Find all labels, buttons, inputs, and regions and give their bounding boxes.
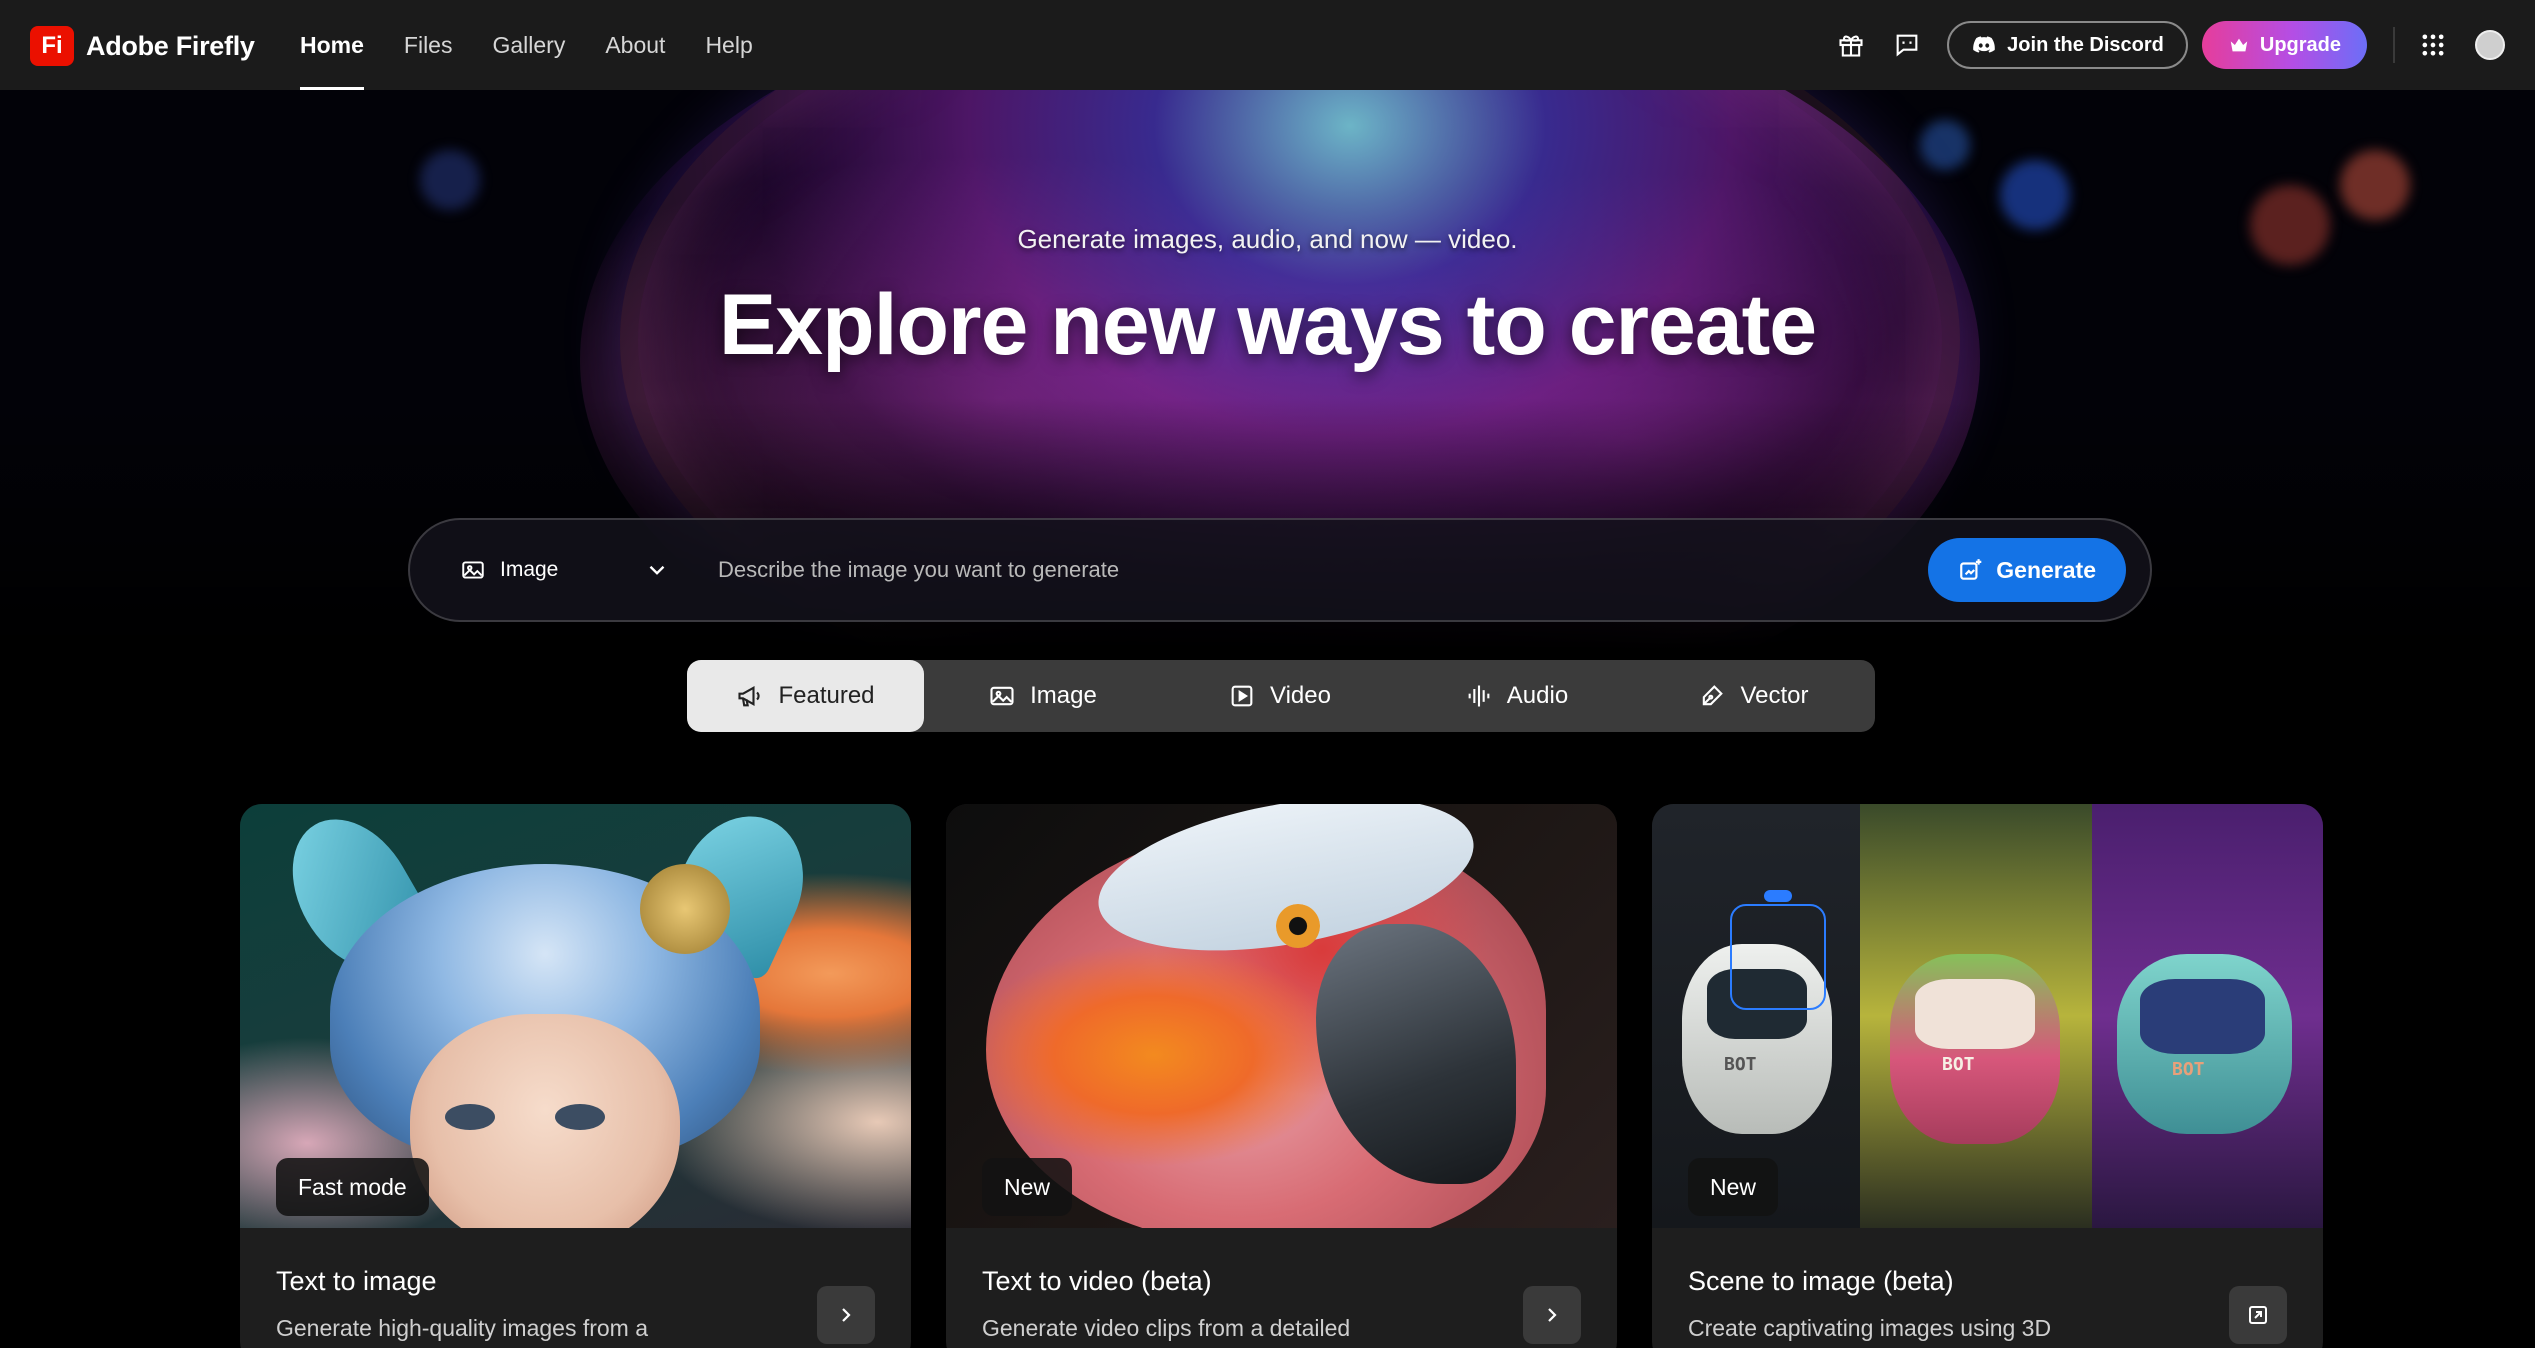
generate-button[interactable]: Generate	[1928, 538, 2126, 602]
gift-icon[interactable]	[1833, 27, 1869, 63]
card-badge: New	[982, 1158, 1073, 1216]
prompt-bar: Image Generate	[408, 518, 2152, 622]
card-art-shape	[1764, 890, 1792, 902]
tab-label: Audio	[1506, 682, 1569, 709]
robot-label: BOT	[1942, 1054, 1975, 1075]
category-tabs: Featured Image Video Audio Vector	[687, 660, 1875, 732]
generation-type-label: Image	[500, 558, 559, 581]
robot-label: BOT	[2172, 1059, 2205, 1080]
card-art-shape	[1276, 904, 1320, 948]
feedback-icon[interactable]	[1889, 27, 1925, 63]
chevron-right-icon	[1548, 1308, 1557, 1322]
user-avatar[interactable]	[2475, 30, 2505, 60]
card-description: Create captivating images using 3D shape…	[1688, 1315, 2052, 1348]
card-badge: New	[1688, 1158, 1779, 1216]
card-art-panel: BOT	[1860, 804, 2092, 1228]
card-title: Text to video (beta)	[982, 1266, 1212, 1296]
prompt-input[interactable]	[718, 557, 1929, 583]
audio-wave-icon	[1468, 685, 1490, 707]
tab-audio[interactable]: Audio	[1398, 660, 1635, 732]
nav-item-help[interactable]: Help	[705, 0, 752, 90]
card-description: Generate high-quality images from a deta…	[276, 1315, 649, 1348]
generate-label: Generate	[1996, 556, 2096, 583]
tab-image[interactable]: Image	[924, 660, 1161, 732]
tab-label: Vector	[1740, 682, 1809, 709]
card-art-panel: BOT	[2092, 804, 2323, 1228]
nav-item-gallery[interactable]: Gallery	[492, 0, 565, 90]
card-open-button[interactable]	[817, 1286, 875, 1344]
discord-icon	[1973, 36, 1995, 53]
join-discord-button[interactable]: Join the Discord	[1947, 21, 2188, 69]
card-open-button[interactable]	[1523, 1286, 1581, 1344]
app-name: Adobe Firefly	[86, 30, 255, 61]
firefly-logo-icon: Fi	[30, 26, 74, 66]
feature-card-scene-to-image[interactable]: BOT BOT BOT New Scene to image (beta) Cr…	[1652, 804, 2323, 1348]
feature-card-text-to-image[interactable]: Fast mode Text to image Generate high-qu…	[240, 804, 911, 1348]
adobe-firefly-logo[interactable]: Fi Adobe Firefly	[30, 26, 255, 66]
hero-subtitle: Generate images, audio, and now — video.	[1017, 224, 1518, 254]
open-external-icon	[2249, 1306, 2267, 1324]
nav-item-home[interactable]: Home	[300, 0, 364, 90]
apps-grid-icon[interactable]	[2415, 27, 2451, 63]
tab-featured[interactable]: Featured	[687, 660, 924, 732]
nav-actions: Join the Discord Upgrade	[1813, 0, 2505, 90]
megaphone-icon	[738, 686, 761, 707]
card-art-shape	[445, 1104, 495, 1130]
card-art-shape	[1915, 979, 2035, 1049]
hero-section: Generate images, audio, and now — video.…	[0, 90, 2535, 650]
top-navigation-bar: Fi Adobe Firefly Home Files Gallery Abou…	[0, 0, 2535, 90]
card-art-shape	[2140, 979, 2265, 1054]
card-title: Scene to image (beta)	[1688, 1266, 1954, 1296]
card-badge: Fast mode	[276, 1158, 429, 1216]
card-art-shape	[555, 1104, 605, 1130]
tab-label: Featured	[778, 682, 875, 709]
generation-type-dropdown[interactable]: Image	[460, 557, 670, 583]
chevron-down-icon	[649, 565, 665, 575]
card-art-shape	[640, 864, 730, 954]
tab-label: Video	[1270, 682, 1331, 709]
chevron-right-icon	[842, 1308, 851, 1322]
card-title: Text to image	[276, 1266, 437, 1296]
feature-card-text-to-video[interactable]: New Text to video (beta) Generate video …	[946, 804, 1617, 1348]
hero-title: Explore new ways to create	[718, 277, 1817, 373]
upgrade-label: Upgrade	[2259, 33, 2341, 56]
card-open-button[interactable]	[2229, 1286, 2287, 1344]
tab-vector[interactable]: Vector	[1635, 660, 1872, 732]
card-art-shape	[1730, 904, 1826, 1010]
crown-icon	[2230, 38, 2248, 52]
image-icon	[990, 686, 1014, 706]
pen-icon	[1703, 685, 1724, 706]
upgrade-button[interactable]: Upgrade	[2201, 21, 2367, 69]
tab-video[interactable]: Video	[1161, 660, 1398, 732]
generate-sparkle-icon	[1960, 559, 1982, 580]
nav-divider	[2393, 27, 2395, 63]
image-icon	[462, 561, 484, 579]
tab-label: Image	[1030, 682, 1097, 709]
discord-label: Join the Discord	[2007, 33, 2164, 56]
nav-item-about[interactable]: About	[605, 0, 665, 90]
main-menu: Home Files Gallery About Help	[300, 0, 793, 90]
card-description: Generate video clips from a detailed des…	[982, 1315, 1351, 1348]
video-icon	[1231, 685, 1253, 707]
robot-label: BOT	[1724, 1054, 1757, 1075]
nav-item-files[interactable]: Files	[404, 0, 453, 90]
